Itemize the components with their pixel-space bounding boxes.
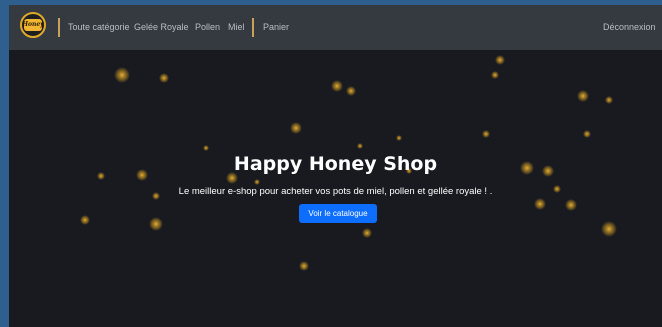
view-catalogue-button[interactable]: Voir le catalogue bbox=[299, 204, 377, 223]
hero-title: Happy Honey Shop bbox=[233, 153, 438, 175]
honey-logo[interactable]: Honey bbox=[20, 12, 46, 38]
hero-subtitle: Le meilleur e-shop pour acheter vos pots… bbox=[178, 186, 493, 197]
logo-badge: Honey bbox=[22, 19, 44, 31]
browser-viewport: Honey Toute catégorie Gelée Royale Polle… bbox=[9, 5, 662, 327]
nav-item-panier[interactable]: Panier bbox=[263, 22, 289, 33]
nav-item-pollen[interactable]: Pollen bbox=[195, 22, 220, 33]
hero-section: Happy Honey Shop Le meilleur e-shop pour… bbox=[9, 50, 662, 327]
nav-item-miel[interactable]: Miel bbox=[228, 22, 245, 33]
nav-divider bbox=[252, 18, 254, 37]
logout-link[interactable]: Déconnexion bbox=[603, 22, 656, 33]
nav-item-gelee-royale[interactable]: Gelée Royale bbox=[134, 22, 189, 33]
navbar: Honey Toute catégorie Gelée Royale Polle… bbox=[9, 5, 662, 50]
logo-text: Honey bbox=[22, 21, 44, 28]
nav-item-toute-categorie[interactable]: Toute catégorie bbox=[68, 22, 130, 33]
nav-divider bbox=[58, 18, 60, 37]
